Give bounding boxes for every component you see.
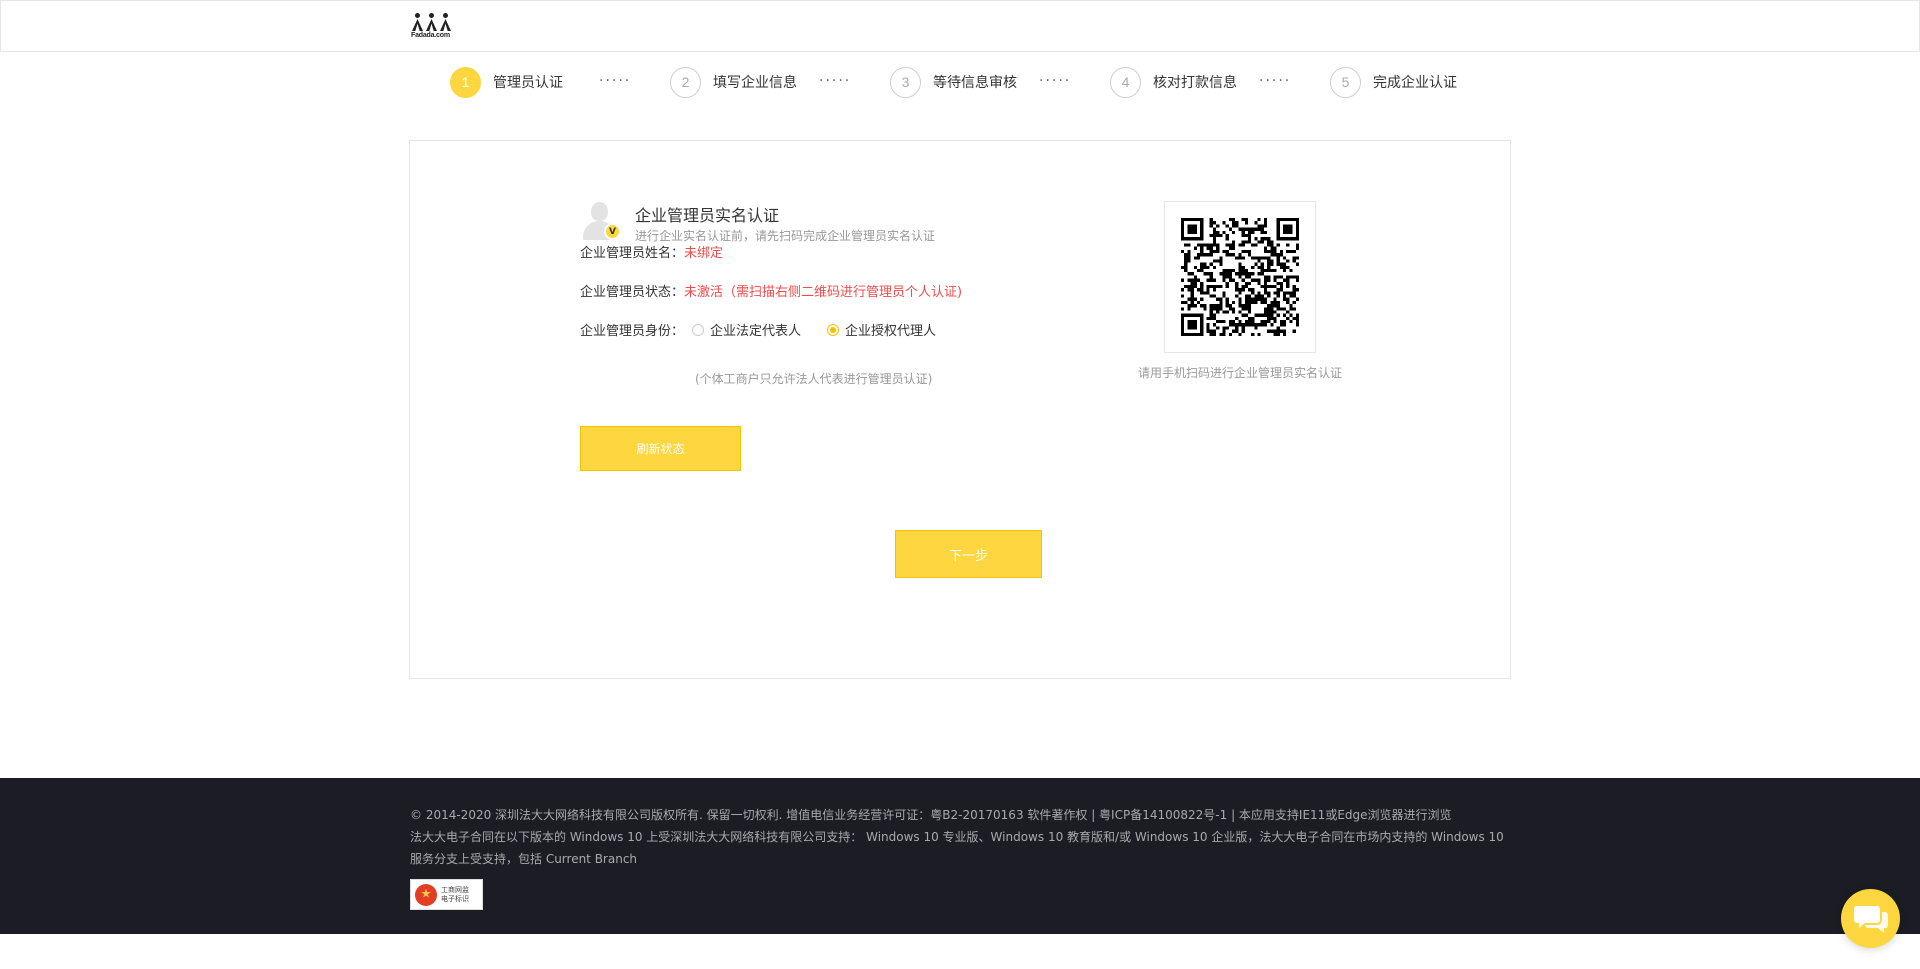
admin-status-value: 未激活（需扫描右侧二维码进行管理员个人认证) bbox=[684, 285, 963, 300]
chat-bubble-icon bbox=[1853, 905, 1888, 933]
step-label: 管理员认证 bbox=[493, 75, 563, 91]
admin-status-row: 企业管理员状态： 未激活（需扫描右侧二维码进行管理员个人认证) bbox=[580, 281, 962, 300]
admin-identity-label: 企业管理员身份： bbox=[580, 324, 685, 339]
gov-emblem-icon bbox=[415, 883, 437, 906]
step-number: 1 bbox=[450, 66, 481, 98]
step-label: 等待信息审核 bbox=[933, 75, 1017, 91]
radio-authorized-agent[interactable]: 企业授权代理人 bbox=[827, 320, 936, 339]
gov-network-badge[interactable]: 工商网监 电子标识 bbox=[410, 879, 483, 910]
step-3: 3 等待信息审核 bbox=[890, 66, 1017, 98]
step-number: 4 bbox=[1110, 66, 1141, 98]
radio-circle-icon[interactable] bbox=[827, 323, 840, 336]
top-header: Fadada.com bbox=[0, 0, 1920, 52]
admin-section-header: V 企业管理员实名认证 进行企业实名认证前，请先扫码完成企业管理员实名认证 bbox=[580, 201, 980, 245]
admin-name-row: 企业管理员姓名： 未绑定 bbox=[580, 242, 723, 261]
gov-badge-line1: 工商网监 bbox=[441, 885, 469, 894]
admin-status-label: 企业管理员状态： bbox=[580, 285, 685, 300]
radio-circle-icon[interactable] bbox=[692, 323, 705, 336]
section-title: 企业管理员实名认证 bbox=[635, 206, 780, 225]
admin-name-value: 未绑定 bbox=[684, 246, 724, 261]
step-4: 4 核对打款信息 bbox=[1110, 66, 1237, 98]
step-label: 核对打款信息 bbox=[1153, 75, 1237, 91]
step-number: 5 bbox=[1330, 66, 1361, 98]
step-1: 1 管理员认证 bbox=[450, 66, 563, 98]
step-separator: ····· bbox=[1039, 73, 1072, 89]
gov-badge-line2: 电子标识 bbox=[441, 894, 469, 903]
admin-verification-card: V 企业管理员实名认证 进行企业实名认证前，请先扫码完成企业管理员实名认证 企业… bbox=[409, 140, 1511, 679]
footer-copyright: © 2014-2020 深圳法大大网络科技有限公司版权所有. 保留一切权利. 增… bbox=[410, 808, 1452, 822]
chat-support-button[interactable] bbox=[1841, 889, 1900, 948]
step-separator: ····· bbox=[1259, 73, 1292, 89]
admin-identity-row: 企业管理员身份： 企业法定代表人 企业授权代理人 bbox=[580, 320, 954, 339]
logo-mark-icon bbox=[411, 13, 455, 31]
qr-caption: 请用手机扫码进行企业管理员实名认证 bbox=[1137, 366, 1342, 380]
admin-avatar-icon: V bbox=[580, 201, 621, 241]
step-number: 3 bbox=[890, 66, 921, 98]
verified-badge-icon: V bbox=[604, 223, 621, 240]
identity-hint: (个体工商户只允许法人代表进行管理员认证) bbox=[695, 372, 933, 386]
step-5: 5 完成企业认证 bbox=[1330, 66, 1457, 98]
refresh-status-button[interactable]: 刷新状态 bbox=[580, 426, 741, 471]
logo-text: Fadada.com bbox=[411, 32, 450, 39]
step-separator: ····· bbox=[599, 73, 632, 89]
admin-name-label: 企业管理员姓名： bbox=[580, 246, 685, 261]
next-step-button[interactable]: 下一步 bbox=[895, 530, 1042, 578]
footer-windows-support: 法大大电子合同在以下版本的 Windows 10 上受深圳法大大网络科技有限公司… bbox=[410, 830, 1504, 866]
fadada-logo[interactable]: Fadada.com bbox=[411, 13, 455, 41]
step-number: 2 bbox=[670, 66, 701, 98]
step-2: 2 填写企业信息 bbox=[670, 66, 797, 98]
step-label: 完成企业认证 bbox=[1373, 75, 1457, 91]
step-label: 填写企业信息 bbox=[713, 75, 797, 91]
radio-legal-representative[interactable]: 企业法定代表人 bbox=[692, 320, 801, 339]
page-footer: © 2014-2020 深圳法大大网络科技有限公司版权所有. 保留一切权利. 增… bbox=[0, 778, 1920, 934]
qr-code-icon bbox=[1181, 218, 1299, 336]
step-separator: ····· bbox=[819, 73, 852, 89]
qr-code-box bbox=[1164, 201, 1316, 353]
